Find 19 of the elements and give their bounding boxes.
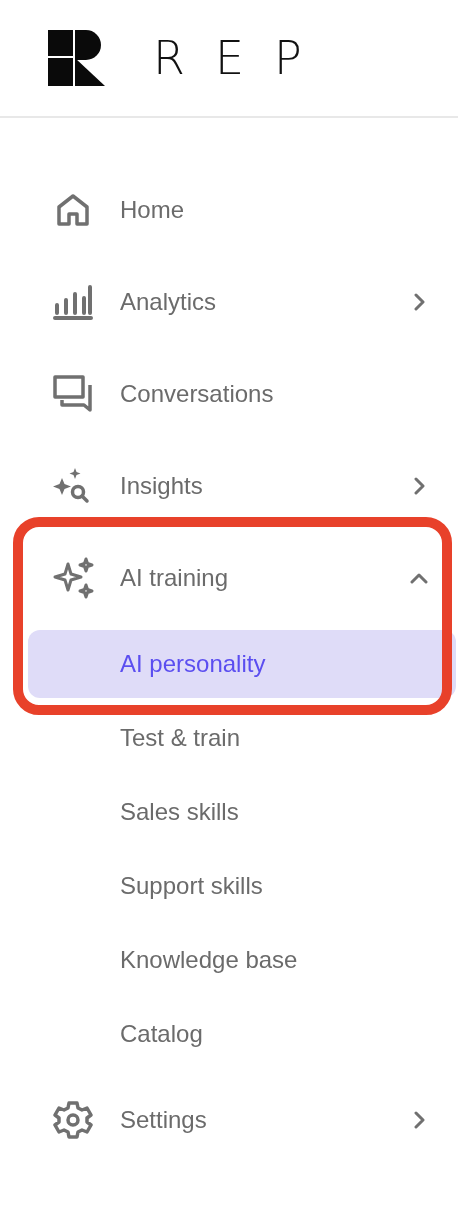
nav-item[interactable]: Conversations <box>0 348 458 440</box>
nav-item[interactable]: Analytics <box>0 256 458 348</box>
bar-chart-icon <box>53 284 93 320</box>
nav-item[interactable]: Insights <box>0 440 458 532</box>
logo-text: REP <box>153 35 332 81</box>
nav-item[interactable]: Settings <box>0 1074 458 1166</box>
nav-item[interactable]: Home <box>0 164 458 256</box>
settings-icon <box>53 1100 93 1140</box>
home-icon <box>56 193 90 227</box>
sparkles-icon <box>51 556 95 600</box>
logo-icon <box>48 30 105 86</box>
chat-bubbles-icon <box>53 375 93 413</box>
submenu-item[interactable]: Catalog <box>28 1000 456 1068</box>
submenu-item[interactable]: Support skills <box>28 852 456 920</box>
submenu-item[interactable]: AI personality <box>28 630 456 698</box>
submenu-item[interactable]: Knowledge base <box>28 926 456 994</box>
nav-item[interactable]: AI training <box>0 532 458 624</box>
submenu-item[interactable]: Test & train <box>28 704 456 772</box>
submenu-item[interactable]: Sales skills <box>28 778 456 846</box>
